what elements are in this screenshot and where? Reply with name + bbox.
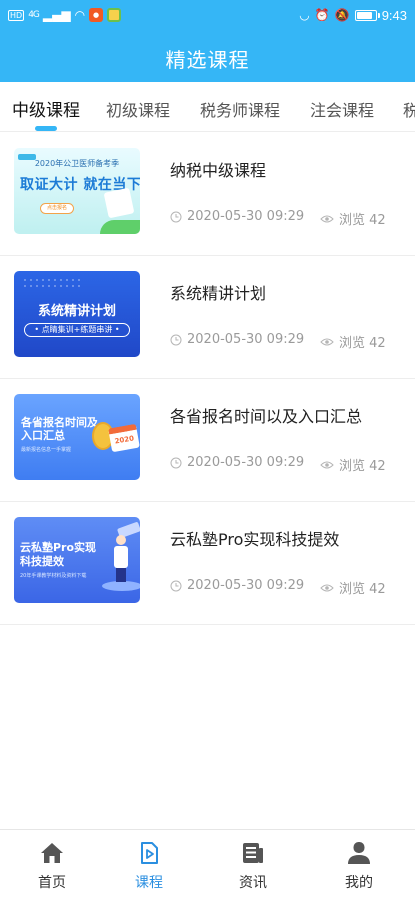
course-title: 各省报名时间以及入口汇总 [170,407,363,426]
nav-courses-label: 课程 [135,875,163,891]
course-time: 2020-05-30 09:29 [170,455,304,470]
tab-cpa[interactable]: 注会课程 [310,97,374,121]
hd-indicator: HD [8,9,25,21]
thumbnail-button-text: 点击报名 [40,203,74,214]
course-item[interactable]: 2020年公卫医师备考季 取证大计 就在当下 点击报名 纳税中级课程 2020-… [0,133,415,256]
tab-tax-agent[interactable]: 税务师课程 [200,97,280,121]
course-item[interactable]: 系统精讲计划 • 点睛集训+练题串讲 • 系统精讲计划 2020-05-30 0… [0,256,415,379]
course-views-text: 浏览 42 [339,213,386,228]
status-time: 9:43 [381,7,407,23]
course-thumbnail: 各省报名时间及入口汇总 最新报名信息一手掌握 2020 [14,394,140,480]
tab-more[interactable]: 税 [403,97,415,121]
thumbnail-headline: 云私塾Pro实现科技提效 [20,541,97,568]
nav-profile-label: 我的 [345,875,373,891]
course-thumbnail: 2020年公卫医师备考季 取证大计 就在当下 点击报名 [14,148,140,234]
nav-news-label: 资讯 [239,875,267,891]
clock-icon [170,580,182,592]
mute-icon: 🔕 [334,8,350,22]
course-time-text: 2020-05-30 09:29 [187,332,305,347]
course-views-text: 浏览 42 [339,336,386,351]
person-legs [116,568,126,582]
course-item[interactable]: 各省报名时间及入口汇总 最新报名信息一手掌握 2020 各省报名时间以及入口汇总… [0,379,415,502]
course-time-text: 2020-05-30 09:29 [187,209,305,224]
calendar-icon: 2020 [108,423,140,453]
thumbnail-decoration [100,220,140,234]
course-thumbnail: 系统精讲计划 • 点睛集训+练题串讲 • [14,271,140,357]
page-title: 精选课程 [165,48,250,72]
course-list: 2020年公卫医师备考季 取证大计 就在当下 点击报名 纳税中级课程 2020-… [0,133,415,625]
thumbnail-decoration [103,187,135,219]
course-title: 系统精讲计划 [170,284,267,303]
course-thumbnail: 云私塾Pro实现科技提效 20年手课教学材料及资料下载 [14,517,140,603]
signal-icon: ▂▄▆ [42,8,71,22]
clock-icon [170,457,182,469]
wifi-icon: ◠ [74,8,86,22]
app-notification-icon: ● [89,8,104,22]
status-left: HD 4G ▂▄▆ ◠ ● [8,8,122,22]
course-title: 纳税中级课程 [170,161,267,180]
active-tab-indicator [35,126,57,131]
nav-news[interactable]: 资讯 [218,840,288,896]
thumbnail-caption: 最新报名信息一手掌握 [21,447,72,453]
thumbnail-caption: 20年手课教学材料及资料下载 [20,573,87,579]
course-views: 浏览 42 [320,209,386,228]
thumbnail-headline: 系统精讲计划 [37,304,116,319]
eye-icon [320,337,334,347]
status-right: ◡ ⏰ 🔕 9:43 [299,7,407,23]
category-tabs: 中级课程 初级课程 税务师课程 注会课程 税 [0,82,415,132]
nav-courses[interactable]: 课程 [114,840,184,896]
profile-icon [346,840,372,866]
course-views: 浏览 42 [320,455,386,474]
eye-icon [320,460,334,470]
headphone-icon: ◡ [299,8,310,22]
nav-home[interactable]: 首页 [17,840,87,896]
status-bar: HD 4G ▂▄▆ ◠ ● ◡ ⏰ 🔕 9:43 [0,0,415,30]
bottom-navigation: 首页 课程 资讯 我的 [0,829,415,900]
tab-junior[interactable]: 初级课程 [106,97,170,121]
course-time: 2020-05-30 09:29 [170,578,304,593]
course-time: 2020-05-30 09:29 [170,332,304,347]
home-icon [39,840,65,866]
thumbnail-decoration [102,581,140,591]
alarm-icon: ⏰ [314,8,330,22]
course-title: 云私塾Pro实现科技提效 [170,530,340,549]
person-head [116,535,126,545]
thumbnail-headline: 各省报名时间及入口汇总 [21,416,98,442]
app-notification-icon-2 [107,8,122,22]
course-time: 2020-05-30 09:29 [170,209,304,224]
person-illustration [112,535,130,582]
clock-icon [170,334,182,346]
battery-fill [356,11,372,19]
person-body [114,546,128,568]
tab-intermediate[interactable]: 中级课程 [12,96,80,121]
clock-icon [170,211,182,223]
thumbnail-caption: 2020年公卫医师备考季 [34,159,120,168]
course-views-text: 浏览 42 [339,582,386,597]
news-icon [240,840,266,866]
eye-icon [320,583,334,593]
course-time-text: 2020-05-30 09:29 [187,455,305,470]
course-play-icon [136,840,162,866]
nav-home-label: 首页 [38,875,66,891]
thumbnail-decoration [22,277,82,291]
nav-profile[interactable]: 我的 [324,840,394,896]
thumbnail-caption: • 点睛集训+练题串讲 • [24,323,130,337]
eye-icon [320,214,334,224]
signal-text: 4G [28,10,40,20]
course-views: 浏览 42 [320,578,386,597]
course-time-text: 2020-05-30 09:29 [187,578,305,593]
battery-icon [354,9,380,21]
course-views: 浏览 42 [320,332,386,351]
course-item[interactable]: 云私塾Pro实现科技提效 20年手课教学材料及资料下载 云私塾Pro实现科技提效… [0,502,415,625]
course-views-text: 浏览 42 [339,459,386,474]
app-header: 精选课程 [0,30,415,82]
